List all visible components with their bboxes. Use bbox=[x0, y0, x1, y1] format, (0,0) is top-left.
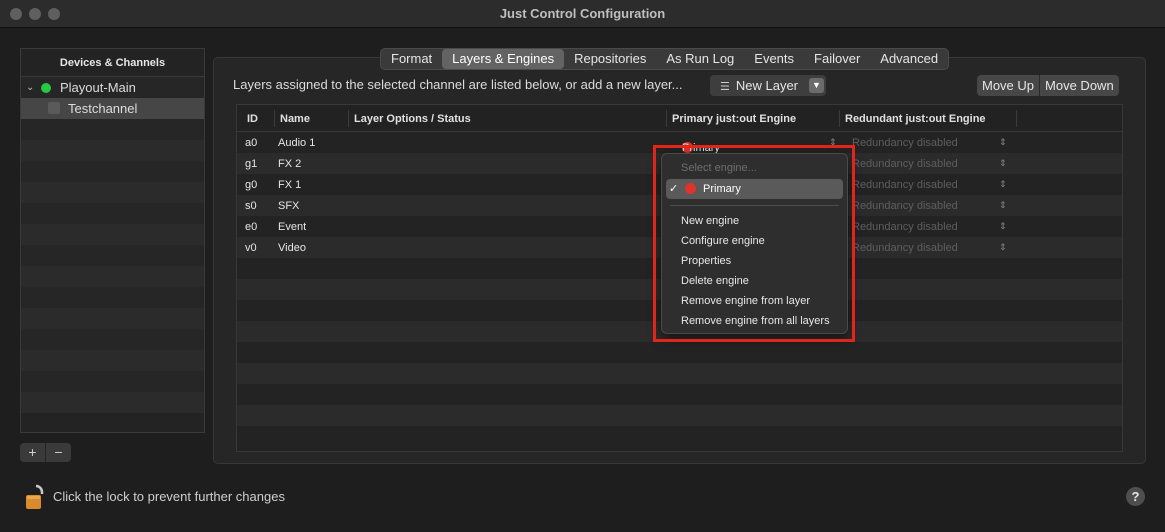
list-icon: ☰ bbox=[720, 81, 730, 93]
empty-row bbox=[237, 384, 1122, 405]
empty-row bbox=[21, 182, 204, 203]
column-divider[interactable] bbox=[666, 110, 667, 127]
layer-id: g1 bbox=[245, 158, 258, 170]
empty-row bbox=[21, 266, 204, 287]
empty-row bbox=[21, 287, 204, 308]
column-header-name[interactable]: Name bbox=[280, 113, 310, 125]
layer-name: Audio 1 bbox=[278, 137, 316, 149]
layer-name: Video bbox=[278, 242, 306, 254]
column-header-id[interactable]: ID bbox=[247, 113, 258, 125]
column-header-options[interactable]: Layer Options / Status bbox=[354, 113, 471, 125]
title-bar: Just Control Configuration bbox=[0, 0, 1165, 28]
empty-row bbox=[21, 350, 204, 371]
empty-row bbox=[21, 329, 204, 350]
layer-id: g0 bbox=[245, 179, 258, 191]
remove-device-button[interactable]: − bbox=[46, 443, 71, 462]
empty-row bbox=[237, 426, 1122, 447]
highlight-annotation-box bbox=[653, 145, 855, 342]
sidebar-item-label: Testchannel bbox=[68, 101, 138, 116]
sidebar-item-label: Playout-Main bbox=[60, 80, 136, 95]
redundant-engine-popup: Redundancy disabled bbox=[852, 200, 958, 212]
empty-row bbox=[21, 308, 204, 329]
layer-name: Event bbox=[278, 221, 307, 233]
layer-name: SFX bbox=[278, 200, 300, 212]
redundant-engine-popup: Redundancy disabled bbox=[852, 179, 958, 191]
disclosure-chevron-icon[interactable]: ⌄ bbox=[26, 77, 34, 98]
redundant-engine-popup: Redundancy disabled bbox=[852, 221, 958, 233]
tab-layers-engines[interactable]: Layers & Engines bbox=[442, 49, 565, 69]
empty-row bbox=[21, 161, 204, 182]
layer-id: a0 bbox=[245, 137, 258, 149]
lock-status-text: Click the lock to prevent further change… bbox=[53, 489, 285, 504]
table-header: ID Name Layer Options / Status Primary j… bbox=[237, 105, 1122, 132]
tab-repositories[interactable]: Repositories bbox=[564, 49, 656, 69]
column-divider[interactable] bbox=[1016, 110, 1017, 127]
redundant-engine-popup: Redundancy disabled bbox=[852, 137, 958, 149]
tab-format[interactable]: Format bbox=[381, 49, 442, 69]
channel-icon bbox=[48, 102, 60, 114]
tab-as-run-log[interactable]: As Run Log bbox=[656, 49, 744, 69]
tab-advanced[interactable]: Advanced bbox=[870, 49, 948, 69]
updown-chevron-icon: ⇕ bbox=[999, 158, 1007, 168]
updown-chevron-icon: ⇕ bbox=[999, 179, 1007, 189]
tab-events[interactable]: Events bbox=[744, 49, 804, 69]
empty-row bbox=[21, 203, 204, 224]
layer-id: s0 bbox=[245, 200, 257, 212]
new-layer-popup-button[interactable]: ☰ New Layer ▼ bbox=[710, 75, 826, 96]
layer-id: v0 bbox=[245, 242, 257, 254]
empty-row bbox=[21, 224, 204, 245]
empty-row bbox=[21, 119, 204, 140]
empty-row bbox=[21, 371, 204, 392]
updown-chevron-icon: ⇕ bbox=[999, 137, 1007, 147]
redundant-engine-popup: Redundancy disabled bbox=[852, 158, 958, 170]
layer-name: FX 2 bbox=[278, 158, 302, 170]
column-header-redundant-engine[interactable]: Redundant just:out Engine bbox=[845, 113, 986, 125]
tab-failover[interactable]: Failover bbox=[804, 49, 870, 69]
updown-chevron-icon: ⇕ bbox=[999, 221, 1007, 231]
column-divider[interactable] bbox=[839, 110, 840, 127]
redundant-engine-popup: Redundancy disabled bbox=[852, 242, 958, 254]
updown-chevron-icon: ⇕ bbox=[999, 200, 1007, 210]
window-title: Just Control Configuration bbox=[499, 6, 666, 21]
updown-chevron-icon: ⇕ bbox=[999, 242, 1007, 252]
empty-row bbox=[21, 245, 204, 266]
chevron-down-icon: ▼ bbox=[809, 78, 824, 93]
tab-bar: Format Layers & Engines Repositories As … bbox=[380, 48, 950, 70]
move-segmented-control: Move Up Move Down bbox=[977, 75, 1119, 96]
devices-sidebar: Devices & Channels ⌄ Playout-Main Testch… bbox=[20, 48, 205, 433]
status-dot-icon bbox=[41, 83, 51, 93]
empty-row bbox=[237, 405, 1122, 426]
layer-name: FX 1 bbox=[278, 179, 302, 191]
column-divider[interactable] bbox=[348, 110, 349, 127]
column-divider[interactable] bbox=[274, 110, 275, 127]
column-header-primary-engine[interactable]: Primary just:out Engine bbox=[672, 113, 796, 125]
sidebar-item-playout-main[interactable]: ⌄ Playout-Main bbox=[21, 77, 204, 98]
add-remove-control: + − bbox=[20, 443, 71, 462]
layers-description: Layers assigned to the selected channel … bbox=[233, 77, 683, 92]
add-device-button[interactable]: + bbox=[20, 443, 46, 462]
empty-row bbox=[237, 342, 1122, 363]
lock-icon[interactable] bbox=[24, 483, 48, 511]
empty-row bbox=[21, 140, 204, 161]
empty-row bbox=[21, 392, 204, 413]
help-button[interactable]: ? bbox=[1126, 487, 1145, 506]
empty-row bbox=[237, 363, 1122, 384]
move-up-button[interactable]: Move Up bbox=[977, 75, 1041, 96]
new-layer-label: New Layer bbox=[735, 78, 799, 93]
layer-id: e0 bbox=[245, 221, 258, 233]
move-down-button[interactable]: Move Down bbox=[1040, 75, 1119, 96]
sidebar-header: Devices & Channels bbox=[21, 49, 204, 77]
sidebar-item-testchannel[interactable]: Testchannel bbox=[21, 98, 204, 119]
